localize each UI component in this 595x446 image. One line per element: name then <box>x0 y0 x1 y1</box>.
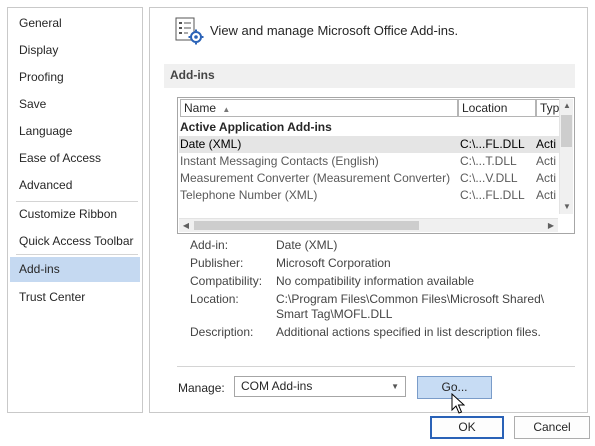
publisher-label: Publisher: <box>190 256 244 270</box>
chevron-down-icon: ▼ <box>391 382 399 391</box>
ok-button[interactable]: OK <box>430 416 504 439</box>
nav-divider <box>16 254 138 255</box>
location-value-continued: Smart Tag\MOFL.DLL <box>276 307 393 321</box>
row-location: C:\...T.DLL <box>460 154 517 168</box>
publisher-value: Microsoft Corporation <box>276 256 391 270</box>
sort-ascending-icon: ▲ <box>222 105 231 114</box>
nav-item-general[interactable]: General <box>10 11 140 35</box>
nav-item-ease-of-access[interactable]: Ease of Access <box>10 146 140 170</box>
row-name: Instant Messaging Contacts (English) <box>180 154 379 168</box>
cancel-button[interactable]: Cancel <box>514 416 590 439</box>
scroll-thumb[interactable] <box>561 115 572 147</box>
table-row[interactable]: Instant Messaging Contacts (English) C:\… <box>179 153 559 170</box>
nav-item-display[interactable]: Display <box>10 38 140 62</box>
nav-item-trust-center[interactable]: Trust Center <box>10 285 140 309</box>
row-location: C:\...FL.DLL <box>460 188 525 202</box>
addins-list[interactable]: Name ▲ Location Typ Active Application A… <box>177 97 575 234</box>
scroll-thumb[interactable] <box>194 221 419 230</box>
nav-item-quick-access-toolbar[interactable]: Quick Access Toolbar <box>10 229 140 253</box>
nav-item-language[interactable]: Language <box>10 119 140 143</box>
nav-item-advanced[interactable]: Advanced <box>10 173 140 197</box>
divider <box>177 366 575 367</box>
horizontal-scrollbar[interactable]: ◀ ▶ <box>179 218 558 232</box>
table-row[interactable]: Telephone Number (XML) C:\...FL.DLL Acti <box>179 187 559 204</box>
page-title: View and manage Microsoft Office Add-ins… <box>210 23 459 38</box>
row-type: Acti <box>536 188 557 202</box>
description-value: Additional actions specified in list des… <box>276 325 541 339</box>
table-row[interactable]: Measurement Converter (Measurement Conve… <box>179 170 559 187</box>
table-row[interactable]: Date (XML) C:\...FL.DLL Acti <box>179 136 559 153</box>
description-label: Description: <box>190 325 254 339</box>
row-location: C:\...FL.DLL <box>460 137 525 151</box>
column-header-name[interactable]: Name ▲ <box>180 99 458 117</box>
row-name: Measurement Converter (Measurement Conve… <box>180 171 451 185</box>
row-type: Acti <box>536 137 557 151</box>
nav-item-customize-ribbon[interactable]: Customize Ribbon <box>10 202 140 226</box>
manage-label: Manage: <box>178 381 225 395</box>
scroll-up-icon[interactable]: ▲ <box>560 99 574 113</box>
row-name: Date (XML) <box>180 137 242 151</box>
compatibility-value: No compatibility information available <box>276 274 475 288</box>
scroll-down-icon[interactable]: ▼ <box>560 200 574 214</box>
section-header: Add-ins <box>164 64 575 88</box>
vertical-scrollbar[interactable]: ▲ ▼ <box>559 99 573 214</box>
addins-panel: View and manage Microsoft Office Add-ins… <box>149 7 588 414</box>
row-type: Acti <box>536 171 557 185</box>
group-header: Active Application Add-ins <box>180 120 332 134</box>
column-header-location[interactable]: Location <box>458 99 536 117</box>
manage-dropdown[interactable]: COM Add-ins ▼ <box>234 376 406 397</box>
addins-settings-icon <box>175 17 204 45</box>
column-header-type[interactable]: Typ <box>536 99 560 117</box>
nav-item-save[interactable]: Save <box>10 92 140 116</box>
compatibility-label: Compatibility: <box>190 274 263 288</box>
manage-dropdown-value: COM Add-ins <box>241 379 313 393</box>
row-name: Telephone Number (XML) <box>180 188 318 202</box>
addin-label: Add-in: <box>190 238 229 252</box>
location-value: C:\Program Files\Common Files\Microsoft … <box>276 292 545 306</box>
location-label: Location: <box>190 292 239 306</box>
mouse-pointer-icon <box>451 393 465 414</box>
addin-value: Date (XML) <box>276 238 338 252</box>
scroll-left-icon[interactable]: ◀ <box>179 219 193 233</box>
column-header-label: Name <box>184 101 217 115</box>
nav-item-add-ins[interactable]: Add-ins <box>10 257 140 282</box>
row-type: Acti <box>536 154 557 168</box>
nav-item-proofing[interactable]: Proofing <box>10 65 140 89</box>
row-location: C:\...V.DLL <box>460 171 518 185</box>
options-navigation: General Display Proofing Save Language E… <box>7 7 143 413</box>
scroll-right-icon[interactable]: ▶ <box>544 219 558 233</box>
